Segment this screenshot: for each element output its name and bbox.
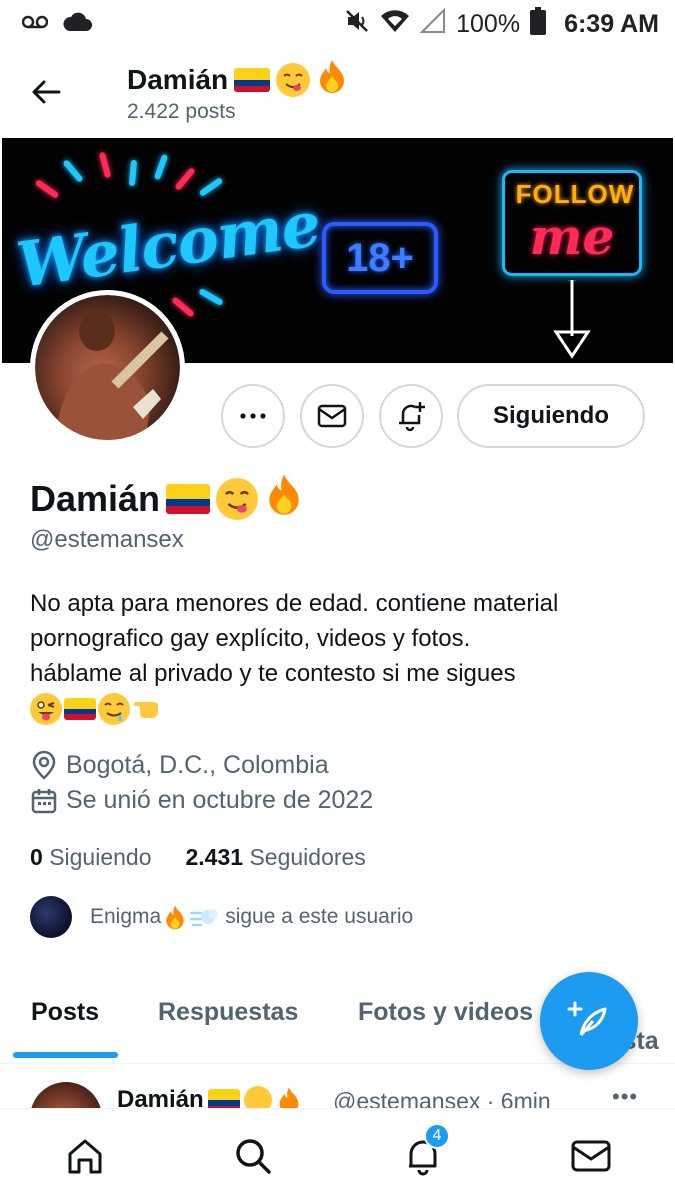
bell-plus-icon — [399, 402, 425, 432]
tab-posts[interactable]: Posts — [31, 998, 99, 1027]
banner-follow-sign: FOLLOW me — [502, 170, 642, 276]
posts-count: 2.422 posts — [127, 100, 236, 123]
fire-icon — [264, 472, 304, 525]
avatar-photo — [55, 311, 169, 440]
fire-icon — [279, 1087, 299, 1108]
following-button[interactable]: Siguiendo — [457, 384, 645, 448]
battery-icon — [530, 6, 547, 42]
location-text: Bogotá, D.C., Colombia — [66, 750, 329, 779]
join-date-text: Se unió en octubre de 2022 — [66, 786, 374, 814]
colombia-flag-icon — [166, 483, 211, 514]
pointing-left-hand-icon — [132, 692, 166, 725]
battery-percent: 100% — [456, 9, 521, 38]
arrow-left-icon — [32, 80, 61, 104]
profile-handle: @estemansex — [30, 526, 184, 553]
profile-bio: No apta para menores de edad. contiene m… — [30, 586, 650, 691]
cloud-icon — [62, 12, 92, 37]
bottom-navigation: 4 — [0, 1108, 675, 1200]
notifications-badge: 4 — [424, 1123, 450, 1149]
more-icon — [240, 413, 266, 419]
message-button[interactable] — [300, 384, 364, 448]
follower-avatar — [30, 896, 72, 938]
wifi-icon — [380, 8, 410, 41]
feather-plus-icon — [567, 1001, 607, 1036]
back-button[interactable] — [28, 74, 64, 110]
tab-replies[interactable]: Respuestas — [158, 998, 298, 1027]
bio-emojis — [30, 692, 166, 725]
home-icon — [68, 1139, 102, 1174]
following-count-link[interactable]: 0 Siguiendo — [30, 844, 152, 871]
yum-face-icon — [243, 1086, 272, 1108]
join-date-row: Se unió en octubre de 2022 — [30, 786, 373, 815]
banner-welcome-text: Welcome — [12, 187, 325, 302]
header-title: Damián — [127, 58, 348, 101]
signal-icon — [419, 7, 446, 41]
followers-count-link[interactable]: 2.431 Seguidores — [186, 844, 366, 871]
dash-puff-icon — [189, 909, 219, 927]
colombia-flag-icon — [64, 697, 96, 720]
fire-icon — [166, 905, 184, 930]
post-avatar[interactable] — [30, 1082, 102, 1108]
compose-post-button[interactable] — [540, 972, 638, 1070]
profile-header: Damián 2.422 posts — [0, 50, 675, 136]
notify-button[interactable] — [379, 384, 443, 448]
voicemail-icon — [21, 14, 49, 35]
envelope-icon — [571, 1140, 611, 1172]
nav-messages[interactable] — [568, 1133, 614, 1179]
follower-text: sigue a este usuario — [225, 905, 414, 928]
clock: 6:39 AM — [564, 9, 659, 38]
known-followers-row[interactable]: Enigma sigue a este usuario — [30, 896, 413, 938]
nav-search[interactable] — [230, 1133, 276, 1179]
colombia-flag-icon — [207, 1089, 240, 1108]
post-more-button[interactable]: ••• — [612, 1084, 638, 1108]
mute-icon — [344, 8, 370, 41]
colombia-flag-icon — [234, 67, 271, 92]
fire-icon — [316, 58, 348, 101]
envelope-icon — [317, 404, 347, 428]
follower-name: Enigma — [90, 905, 162, 928]
active-tab-indicator — [13, 1052, 118, 1058]
arrow-down-icon — [553, 280, 591, 359]
status-bar: 100% 6:39 AM — [0, 0, 675, 48]
bio-line: háblame al privado y te contesto si me s… — [30, 660, 516, 687]
post-handle-time: @estemansex · 6min — [333, 1088, 551, 1108]
winking-tongue-face-icon — [30, 692, 62, 725]
location-row: Bogotá, D.C., Colombia — [30, 750, 329, 780]
yum-face-icon — [216, 477, 259, 520]
profile-name: Damián — [30, 472, 304, 525]
banner-age-badge: 18+ — [322, 222, 438, 294]
yum-face-icon — [276, 62, 311, 97]
tab-media[interactable]: Fotos y videos — [358, 998, 533, 1027]
nav-home[interactable] — [62, 1133, 108, 1179]
location-pin-icon — [32, 750, 56, 780]
follow-counts: 0 Siguiendo 2.431 Seguidores — [30, 844, 366, 871]
header-name: Damián — [127, 63, 229, 95]
calendar-icon — [31, 788, 57, 813]
post-preview[interactable]: Damián @estemansex · 6min ••• — [0, 1066, 675, 1108]
search-icon — [236, 1139, 271, 1174]
profile-avatar[interactable] — [30, 290, 185, 445]
display-name: Damián — [30, 477, 161, 519]
drooling-face-icon — [98, 692, 130, 725]
more-options-button[interactable] — [221, 384, 285, 448]
bio-line: No apta para menores de edad. contiene m… — [30, 590, 559, 617]
post-author: Damián — [117, 1086, 302, 1108]
bio-line: pornografico gay explícito, videos y fot… — [30, 625, 471, 652]
